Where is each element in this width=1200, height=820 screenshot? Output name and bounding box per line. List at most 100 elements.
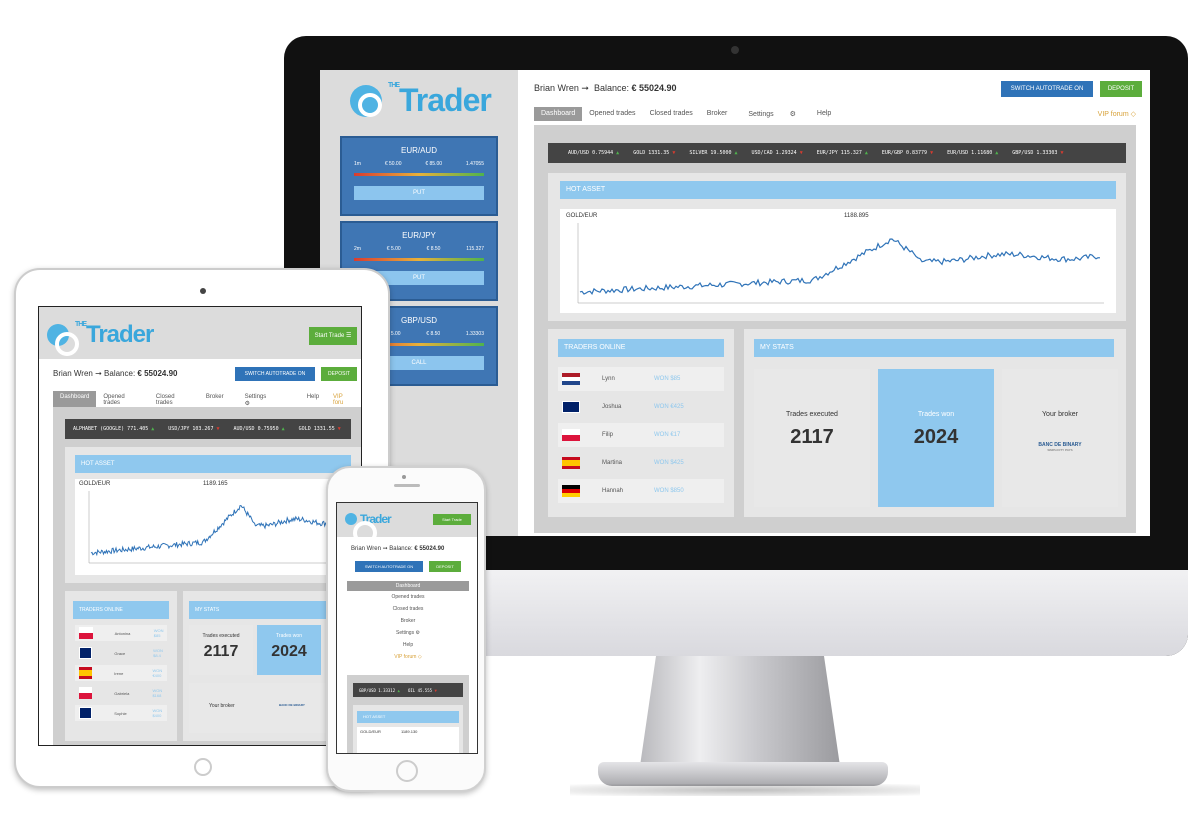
trades-won-box: Trades won 2024 (878, 369, 994, 507)
user-info: Brian Wren ➞ Balance: € 55024.90 (351, 546, 445, 552)
ticker-item: SILVER 19.5000 ▲ (689, 150, 738, 156)
start-trade-button[interactable]: Start Trade (433, 514, 471, 525)
hot-asset-panel: HOT ASSET GOLD/EUR 1189.165 (65, 447, 361, 583)
trader-name: Irene (114, 670, 124, 676)
traders-online-panel: TRADERS ONLINE Antonina WON $85 Grace WON $… (65, 591, 177, 741)
gear-icon: ⚙ (415, 630, 420, 636)
price-ticker: ALPHABET (GOOGLE) 771.405 ▲ USD/JPY 103.2… (65, 419, 351, 439)
switch-autotrade-button[interactable]: SWITCH AUTOTRADE ON (235, 367, 315, 381)
trader-winnings: WON $425 (654, 460, 684, 466)
ticker-item: GOLD 1331.35 ▼ (633, 150, 676, 156)
hot-asset-panel: HOT ASSET GOLD/EUR 1189.130 (353, 705, 463, 753)
traders-online-panel: TRADERS ONLINE Lynn WON $85 Joshua WON €425… (548, 329, 734, 517)
tab-closed-trades[interactable]: Closed trades (643, 107, 700, 121)
trader-row: Hannah WON $850 (558, 479, 724, 503)
price-line-chart (577, 223, 1104, 304)
up-arrow-icon: ▲ (395, 687, 400, 693)
flag-uk-icon (79, 707, 93, 719)
tab-help[interactable]: Help (347, 639, 469, 651)
tab-opened-trades[interactable]: Opened trades (347, 591, 469, 603)
trader-name: Martina (602, 460, 623, 466)
trader-winnings: WON $85 (153, 628, 164, 638)
my-stats-title: MY STATS (754, 339, 1114, 357)
diamond-icon: ◇ (1130, 111, 1136, 118)
tab-broker[interactable]: Broker (700, 107, 735, 121)
switch-autotrade-button[interactable]: SWITCH AUTOTRADE ON (1001, 81, 1093, 97)
menu-icon: ☰ (345, 333, 352, 339)
trader-row: Antonina WON $85 (75, 625, 167, 641)
user-info: Brian Wren ➞ Balance: € 55024.90 (534, 83, 677, 93)
phone-screen: Trader Start Trade Brian Wren ➞ Balance:… (336, 502, 478, 754)
ticker-item: EUR/GBP 0.83779 ▼ (881, 150, 934, 156)
broker-logo: BANC DE BINARY SIMPLICITY PAYS (1038, 442, 1082, 452)
down-arrow-icon: ▼ (796, 150, 803, 156)
home-button (396, 760, 418, 782)
start-trade-button[interactable]: Start Trade ☰ (309, 327, 357, 345)
trades-won-value: 2024 (913, 426, 959, 448)
deposit-button[interactable]: DEPOSIT (429, 561, 461, 572)
your-broker-box[interactable]: Your broker BANC DE BINARY SIMPLICITY PA… (1002, 369, 1118, 507)
vip-forum-link[interactable]: VIP forum ◇ (1098, 110, 1136, 118)
up-arrow-icon: ▲ (731, 150, 738, 156)
ticker-item: OIL 45.555 ▼ (407, 687, 437, 693)
logo-icon (350, 84, 382, 117)
asset-name: EUR/AUD (400, 146, 437, 155)
ticker-item: EUR/USD 1.11680 ▲ (947, 150, 999, 156)
deposit-button[interactable]: DEPOSIT (1100, 81, 1142, 97)
down-arrow-icon: ▼ (334, 426, 341, 432)
trades-executed-box: Trades executed 2117 (754, 369, 870, 507)
deposit-button[interactable]: DEPOSIT (321, 367, 357, 381)
asset-card-eur-aud[interactable]: EUR/AUD 1m € 50.00 € 85.00 1.47055 PUT (340, 136, 498, 216)
trader-row: Filip WON €17 (558, 423, 724, 447)
vip-forum-link[interactable]: VIP forum ◇ (347, 651, 469, 663)
put-button[interactable]: PUT (354, 186, 484, 200)
logout-icon[interactable]: ➞ (383, 546, 388, 552)
up-arrow-icon: ▲ (992, 150, 999, 156)
trader-row: Martina WON $425 (558, 451, 724, 475)
tablet-header: THETrader Start Trade ☰ (39, 307, 361, 359)
tab-settings[interactable]: Settings ⚙ (347, 627, 469, 639)
balance-value: € 55024.90 (631, 83, 677, 93)
down-arrow-icon: ▼ (669, 150, 676, 156)
hot-asset-chart: GOLD/EUR 1188.895 (560, 209, 1116, 313)
up-arrow-icon: ▲ (613, 150, 620, 156)
logout-icon[interactable]: ➞ (581, 83, 589, 93)
trades-executed-box: Trades executed 2117 (189, 625, 253, 675)
brand-name: Trader (399, 82, 492, 118)
hot-asset-chart: GOLD/EUR 1189.130 (357, 727, 459, 753)
switch-autotrade-button[interactable]: SWITCH AUTOTRADE ON (355, 561, 423, 572)
logo[interactable]: Trader (345, 512, 392, 545)
down-arrow-icon: ▼ (1057, 150, 1064, 156)
monitor-base (598, 762, 888, 786)
trades-executed-value: 2117 (790, 426, 834, 448)
hot-asset-panel: HOT ASSET GOLD/EUR 1188.895 (548, 173, 1126, 321)
trader-name: Lynn (602, 376, 615, 382)
down-arrow-icon: ▼ (432, 687, 437, 693)
camera-icon (402, 475, 406, 479)
logo[interactable]: THETrader (47, 321, 154, 356)
dashboard-content: AUD/USD 0.75944 ▲ GOLD 1331.35 ▼ SILVER 19… (534, 125, 1136, 533)
home-button (194, 758, 212, 776)
tab-dashboard[interactable]: Dashboard (534, 107, 583, 121)
logout-icon[interactable]: ➞ (95, 369, 102, 378)
tab-dashboard[interactable]: Dashboard (347, 581, 469, 591)
price-ticker: GBP/USD 1.33312 ▲ OIL 45.555 ▼ (353, 683, 463, 697)
trades-won-box: Trades won 2024 (257, 625, 321, 675)
trader-name: Joshua (602, 404, 622, 410)
trader-row: Grace WON $8.4 (75, 645, 167, 661)
logo[interactable]: THETrader (350, 82, 492, 119)
tab-broker[interactable]: Broker (347, 615, 469, 627)
up-arrow-icon: ▲ (148, 426, 155, 432)
trader-row: Gabriela WON $168 (75, 685, 167, 701)
tab-settings[interactable]: Settings ⚙ (734, 107, 810, 121)
trader-row: Sophie WON $400 (75, 705, 167, 721)
sentiment-bar (354, 173, 484, 176)
monitor-stand (640, 656, 840, 766)
tab-opened-trades[interactable]: Opened trades (582, 107, 642, 121)
tab-closed-trades[interactable]: Closed trades (347, 603, 469, 615)
trader-name: Grace (114, 650, 126, 656)
price-line-chart (88, 491, 347, 564)
tab-help[interactable]: Help (810, 107, 838, 121)
hot-asset-title: HOT ASSET (560, 181, 1116, 199)
ticker-item: GBP/USD 1.33303 ▼ (1012, 150, 1064, 156)
